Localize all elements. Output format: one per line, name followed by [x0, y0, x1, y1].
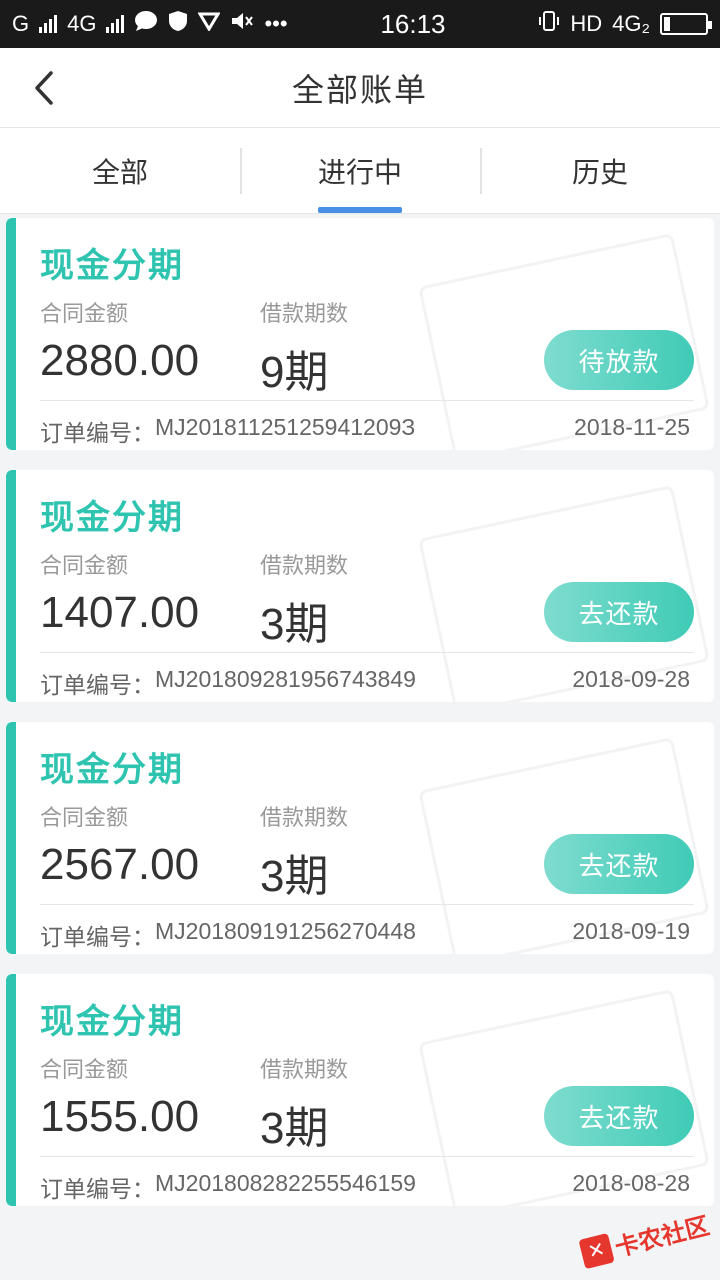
bill-type: 现金分期: [40, 1003, 184, 1041]
card-accent-bar: [6, 974, 16, 1206]
card-divider: [40, 652, 694, 653]
card-accent-bar: [6, 218, 16, 450]
order-date: 2018-11-25: [574, 414, 690, 440]
amount-value: 2567.00: [40, 840, 200, 889]
order-number: 订单编号： MJ201809191256270448: [40, 918, 416, 952]
order-date: 2018-09-28: [572, 666, 690, 692]
card-divider: [40, 400, 694, 401]
network-type-label: 4G₂: [612, 11, 650, 36]
period-value: 3期: [260, 852, 329, 901]
order-date: 2018-08-28: [572, 1170, 690, 1196]
signal-icon-2: [106, 15, 125, 33]
order-id: MJ20181125125941209З: [155, 414, 416, 440]
watermark-text: 卡农社区: [612, 1212, 713, 1263]
amount-label: 合同金额: [40, 805, 129, 830]
repay-button[interactable]: 去还款: [544, 1086, 694, 1146]
tab-history[interactable]: 历史: [480, 128, 720, 213]
card-accent-bar: [6, 470, 16, 702]
vpn-icon: [197, 11, 222, 37]
period-value: 3期: [260, 1104, 329, 1153]
message-icon: [134, 10, 158, 38]
card-divider: [40, 1156, 694, 1157]
shield-icon: [168, 10, 188, 38]
order-date: 2018-09-19: [572, 918, 690, 944]
repay-button[interactable]: 去还款: [544, 582, 694, 642]
watermark-icon: ✕: [578, 1232, 615, 1269]
network-label: 4G: [67, 11, 97, 36]
pending-disbursement-button[interactable]: 待放款: [544, 330, 694, 390]
period-label: 借款期数: [260, 553, 349, 578]
bill-type: 现金分期: [40, 499, 184, 537]
bill-card[interactable]: 现金分期 合同金额 借款期数 1555.00 3期 去还款 订单编号： MJ20…: [6, 974, 714, 1206]
repay-button[interactable]: 去还款: [544, 834, 694, 894]
order-id: MJ201808282255546159: [155, 1170, 416, 1196]
order-prefix: 订单编号：: [40, 924, 155, 950]
bill-card[interactable]: 现金分期 合同金额 借款期数 1407.00 3期 去还款 订单编号： MJ20…: [6, 470, 714, 702]
order-id: MJ201809281956743849: [155, 666, 416, 692]
period-label: 借款期数: [260, 301, 349, 326]
amount-value: 1407.00: [40, 588, 200, 637]
tab-all[interactable]: 全部: [0, 128, 240, 213]
order-id: MJ201809191256270448: [155, 918, 416, 944]
card-divider: [40, 904, 694, 905]
period-label: 借款期数: [260, 805, 349, 830]
hd-label: HD: [570, 11, 603, 36]
mute-icon: [230, 11, 254, 37]
status-bar: G 4G ••• 16:13 HD 4G₂: [0, 0, 720, 48]
battery-icon: [660, 13, 712, 35]
order-number: 订单编号： MJ201809281956743849: [40, 666, 416, 700]
chevron-left-icon: [35, 71, 53, 105]
clock: 16:13: [380, 8, 446, 39]
tab-bar: 全部 进行中 历史: [0, 128, 720, 214]
more-icon: •••: [264, 11, 288, 36]
card-accent-bar: [6, 722, 16, 954]
bill-card[interactable]: 现金分期 合同金额 借款期数 2567.00 3期 去还款 订单编号： MJ20…: [6, 722, 714, 954]
page-title: 全部账单: [291, 71, 428, 108]
watermark-logo: ✕ 卡农社区: [578, 1206, 713, 1271]
amount-label: 合同金额: [40, 1057, 129, 1082]
order-prefix: 订单编号：: [40, 672, 155, 698]
vibrate-icon: [538, 10, 560, 38]
back-button[interactable]: [22, 66, 66, 110]
bill-list: 现金分期 合同金额 借款期数 2880.00 9期 待放款 订单编号： MJ20…: [0, 214, 720, 1206]
order-prefix: 订单编号：: [40, 420, 155, 446]
period-value: 9期: [260, 348, 329, 397]
order-number: 订单编号： MJ20181125125941209З: [40, 414, 415, 448]
period-label: 借款期数: [260, 1057, 349, 1082]
order-number: 订单编号： MJ201808282255546159: [40, 1170, 416, 1204]
bill-type: 现金分期: [40, 751, 184, 789]
bill-type: 现金分期: [40, 247, 184, 285]
amount-label: 合同金额: [40, 553, 129, 578]
amount-value: 2880.00: [40, 336, 200, 385]
signal-icon: [39, 15, 58, 33]
amount-label: 合同金额: [40, 301, 129, 326]
period-value: 3期: [260, 600, 329, 649]
nav-bar: 全部账单: [0, 48, 720, 128]
order-prefix: 订单编号：: [40, 1176, 155, 1202]
tab-in-progress[interactable]: 进行中: [240, 128, 480, 213]
carrier-label: G: [12, 11, 30, 36]
amount-value: 1555.00: [40, 1092, 200, 1141]
bill-card[interactable]: 现金分期 合同金额 借款期数 2880.00 9期 待放款 订单编号： MJ20…: [6, 218, 714, 450]
